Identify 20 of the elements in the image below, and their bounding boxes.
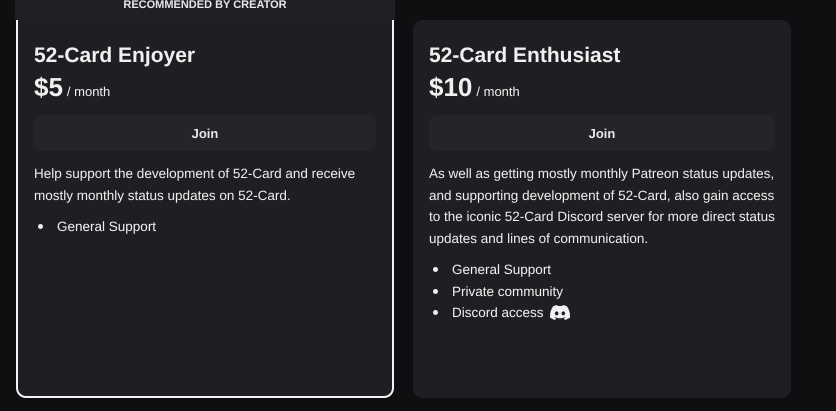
benefit-label: Private community: [452, 284, 564, 299]
bullet-icon: [433, 267, 438, 272]
tier-name: 52-Card Enthusiast: [429, 44, 622, 68]
tier-description: As well as getting mostly monthly Patreon status updates, and supporting development of 52-Card, also gain access to the iconic 52-Card Discord server for more direct status updates and lines of communication.: [429, 165, 775, 248]
tier-description: Help support the development of 52-Card and receive mostly monthly status updates on 52-Card.: [34, 165, 356, 205]
join-button[interactable]: Join: [34, 115, 376, 151]
join-button[interactable]: Join: [429, 115, 775, 151]
tier-price: $5: [34, 72, 63, 103]
price-period: / month: [476, 84, 520, 99]
tier-name: 52-Card Enjoyer: [34, 44, 196, 68]
benefit-label: Discord access: [452, 305, 544, 320]
bullet-icon: [38, 224, 43, 230]
recommended-banner: RECOMMENDED BY CREATOR: [15, 0, 395, 20]
benefit-label: General Support: [57, 219, 156, 234]
bullet-icon: [433, 288, 438, 294]
benefit-label: General Support: [452, 262, 552, 278]
tier-price: $10: [429, 72, 472, 103]
game-controller-icon: [550, 305, 570, 320]
bullet-icon: [433, 310, 438, 316]
price-period: / month: [66, 84, 110, 99]
